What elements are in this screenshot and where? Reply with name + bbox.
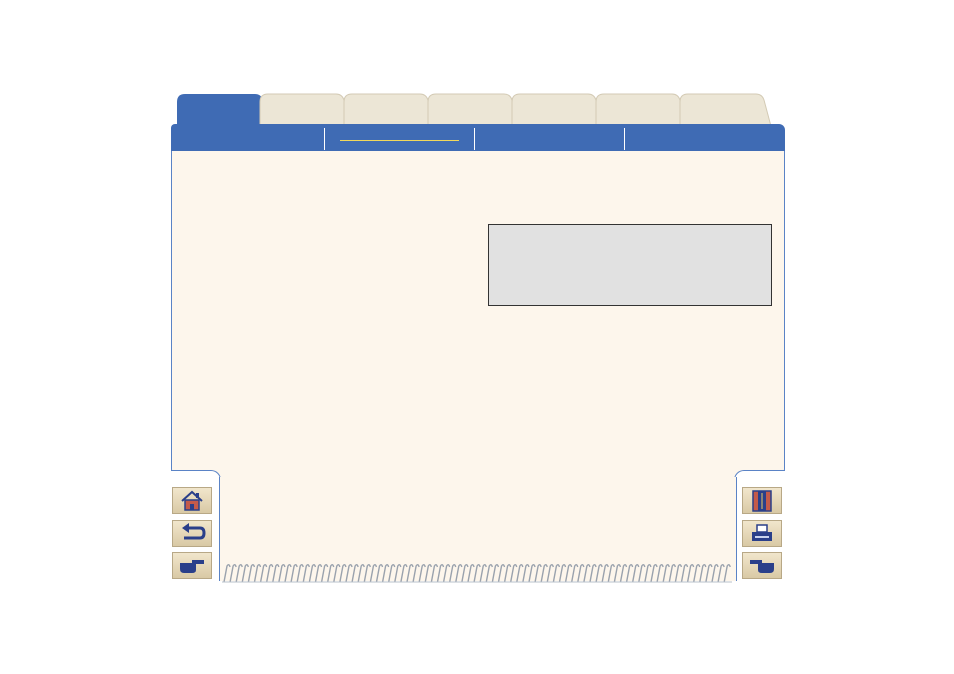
header-section-2[interactable] bbox=[325, 124, 474, 152]
content-panel bbox=[171, 151, 785, 479]
print-button[interactable] bbox=[742, 520, 782, 547]
panel-corner bbox=[171, 470, 221, 483]
active-section-underline bbox=[340, 140, 459, 141]
next-page-button[interactable] bbox=[172, 552, 212, 579]
header-section-4[interactable] bbox=[625, 124, 785, 152]
contents-book-icon bbox=[749, 489, 775, 512]
back-arrow-icon bbox=[178, 522, 206, 545]
home-icon bbox=[179, 490, 205, 512]
home-button[interactable] bbox=[172, 487, 212, 514]
spiral-binding bbox=[222, 562, 732, 584]
back-button[interactable] bbox=[172, 520, 212, 547]
panel-corner bbox=[734, 470, 785, 483]
header-section-3[interactable] bbox=[475, 124, 624, 152]
note-box bbox=[488, 224, 772, 306]
section-header-bar bbox=[171, 124, 785, 152]
pointing-hand-right-icon bbox=[178, 557, 206, 575]
pointing-hand-left-icon bbox=[748, 557, 776, 575]
header-section-1[interactable] bbox=[171, 124, 324, 152]
previous-page-button[interactable] bbox=[742, 552, 782, 579]
contents-button[interactable] bbox=[742, 487, 782, 514]
printer-icon bbox=[749, 523, 775, 545]
